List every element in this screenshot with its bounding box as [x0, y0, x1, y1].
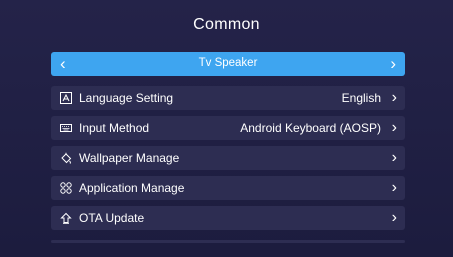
apps-grid-icon	[60, 182, 72, 194]
chevron-right-icon: ›	[391, 209, 397, 226]
tv-speaker-label: Tv Speaker	[198, 57, 258, 69]
tv-speaker-selector[interactable]: ‹ Tv Speaker ›	[51, 52, 405, 76]
settings-screen: Common ‹ Tv Speaker › Language Setting E…	[0, 0, 453, 257]
row-label: Input Method	[79, 121, 150, 135]
row-label: Application Manage	[79, 181, 185, 195]
keyboard-icon	[60, 122, 72, 134]
row-value: English	[341, 91, 381, 105]
row-language-setting[interactable]: Language Setting English ›	[51, 86, 405, 110]
wallpaper-icon	[60, 152, 72, 164]
row-label: Language Setting	[79, 91, 174, 105]
row-label: OTA Update	[79, 211, 145, 225]
row-ota-update[interactable]: OTA Update ›	[51, 206, 405, 230]
chevron-right-icon: ›	[391, 119, 397, 136]
row-application-manage[interactable]: Application Manage ›	[51, 176, 405, 200]
chevron-right-icon: ›	[391, 89, 397, 106]
row-value: Android Keyboard (AOSP)	[240, 121, 381, 135]
page-title: Common	[193, 16, 260, 33]
chevron-right-icon: ›	[391, 179, 397, 196]
row-wallpaper-manage[interactable]: Wallpaper Manage ›	[51, 146, 405, 170]
row-input-method[interactable]: Input Method Android Keyboard (AOSP) ›	[51, 116, 405, 140]
update-icon	[60, 212, 72, 224]
chevron-right-icon[interactable]: ›	[390, 54, 396, 74]
language-icon	[60, 92, 72, 104]
next-row-peek	[51, 240, 405, 243]
row-label: Wallpaper Manage	[79, 151, 180, 165]
chevron-right-icon: ›	[391, 149, 397, 166]
